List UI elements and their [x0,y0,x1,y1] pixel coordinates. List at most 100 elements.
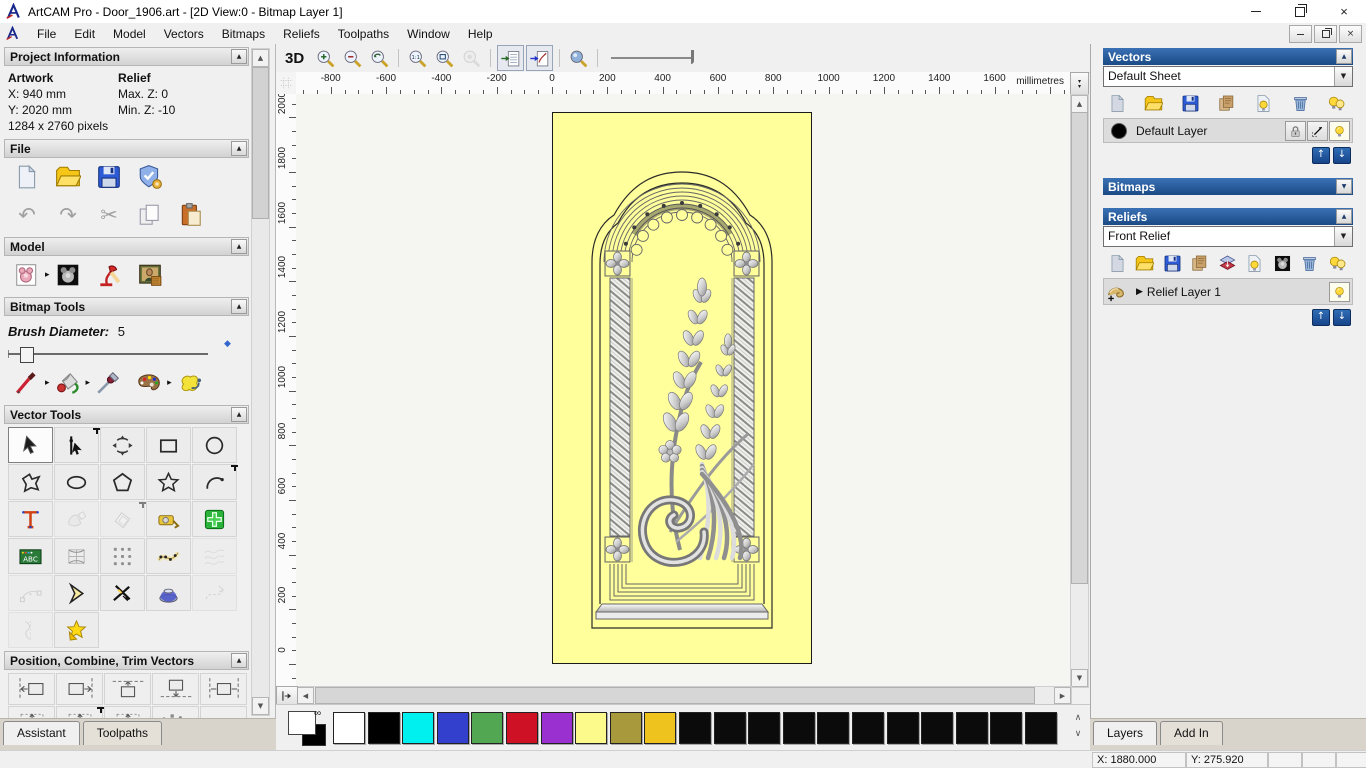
drawing-canvas[interactable] [296,94,1070,686]
mdi-restore-button[interactable] [1314,25,1337,43]
colour-swatch-13[interactable] [782,712,815,744]
colour-swatch-7[interactable] [575,712,608,744]
open-layer-button[interactable] [1142,92,1166,114]
tab-layers[interactable]: Layers [1093,721,1158,745]
merge-layers-button[interactable] [1188,252,1212,274]
options-shield-button[interactable] [133,161,167,193]
align-centre-button[interactable] [200,673,247,705]
preview-relief-button[interactable] [566,46,591,70]
save-layer-button[interactable] [1178,92,1202,114]
mdi-close-button[interactable]: × [1339,25,1362,43]
align-top-button[interactable] [104,673,151,705]
greyscale-layer-button[interactable] [1270,252,1294,274]
view-3d-button[interactable]: 3D [285,50,304,67]
nesting-button[interactable]: Nes [200,706,247,718]
scrollbar-thumb[interactable] [1071,112,1088,584]
layer-colour-swatch[interactable] [1111,122,1127,139]
zoom-object-button[interactable] [459,46,484,70]
palette-scroll-down-icon[interactable]: ∨ [1070,726,1086,742]
undo-button[interactable] [10,199,44,231]
reliefs-panel-header[interactable]: Reliefs [1103,208,1353,225]
colour-swatch-2[interactable] [402,712,435,744]
offset-vectors-button[interactable] [100,501,146,537]
ruler-origin-button[interactable] [276,72,297,95]
section-vector-tools[interactable]: Vector Tools [4,405,249,424]
redo-button[interactable] [51,199,85,231]
create-text-button[interactable] [8,501,53,537]
assistant-scrollbar[interactable]: ▲ ▼ [251,48,270,716]
bitmaps-panel-header[interactable]: Bitmaps [1103,178,1353,195]
centre-horizontal-button[interactable] [56,706,104,718]
delete-layer-button[interactable] [1298,252,1322,274]
expand-icon[interactable] [1336,179,1352,194]
colour-swatch-10[interactable] [679,712,711,744]
scrollbar-thumb[interactable] [315,687,1035,704]
scroll-up-icon[interactable]: ▲ [1071,95,1088,113]
vectors-panel-header[interactable]: Vectors [1103,48,1353,65]
chevron-down-icon[interactable] [1334,67,1352,86]
menu-item-bitmaps[interactable]: Bitmaps [213,25,274,43]
create-polyline-button[interactable] [8,464,53,500]
chevron-down-icon[interactable] [1334,227,1352,246]
star-wizard-button[interactable] [54,612,99,648]
section-bitmap-tools[interactable]: Bitmap Tools [4,297,249,316]
minimize-button[interactable] [1234,0,1278,23]
menu-item-help[interactable]: Help [459,25,502,43]
delete-layer-button[interactable] [1288,92,1312,114]
greyscale-from-relief-button[interactable] [10,259,44,291]
collapse-icon[interactable] [1336,49,1352,64]
menu-item-vectors[interactable]: Vectors [155,25,213,43]
toggle-vector-visibility-button[interactable] [526,45,554,71]
zoom-previous-button[interactable] [367,46,392,70]
scroll-left-icon[interactable]: ◀ [297,687,314,704]
slider-thumb[interactable] [20,347,34,363]
relief-select[interactable]: Front Relief [1103,226,1353,247]
measure-button[interactable] [146,501,191,537]
stack-layers-button[interactable] [1215,252,1239,274]
flood-fill-button[interactable] [51,367,85,399]
envelope-button[interactable] [192,538,237,574]
centre-vertical-button[interactable] [104,706,151,718]
extrude-button[interactable] [146,575,191,611]
colour-swatch-5[interactable] [506,712,538,744]
primary-secondary-colour[interactable]: ∞ [288,708,328,747]
distort-vectors-button[interactable] [54,538,99,574]
join-vectors-button[interactable] [54,575,99,611]
copy-button[interactable] [133,199,167,231]
close-button[interactable]: × [1322,0,1366,23]
section-position-combine-trim[interactable]: Position, Combine, Trim Vectors [4,651,249,670]
section-model[interactable]: Model [4,237,249,256]
block-paste-button[interactable] [100,538,145,574]
palette-scroll-up-icon[interactable]: ∧ [1070,710,1086,726]
colour-swatch-0[interactable] [333,712,365,744]
colour-swatch-16[interactable] [886,712,919,744]
all-layers-visible-button[interactable] [1325,92,1349,114]
zoom-slider[interactable] [611,48,703,68]
wrap-text-button[interactable] [54,501,99,537]
transform-button[interactable] [100,427,145,463]
select-button[interactable] [8,427,53,463]
zoom-1to1-button[interactable] [405,46,430,70]
scatter-copy-button[interactable] [152,706,199,718]
centre-in-page-button[interactable] [8,706,55,718]
toggle-bitmap-visibility-button[interactable] [497,45,525,71]
move-layer-down-button[interactable]: ↓ [1333,309,1351,326]
align-right-button[interactable] [56,673,103,705]
section-file[interactable]: File [4,139,249,158]
new-layer-button[interactable] [1105,252,1129,274]
colour-swatch-4[interactable] [471,712,504,744]
fit-arcs-button[interactable] [8,575,53,611]
menu-item-toolpaths[interactable]: Toolpaths [329,25,398,43]
cut-button[interactable] [92,199,126,231]
create-arc-button[interactable] [192,464,238,500]
create-polygon-button[interactable] [100,464,145,500]
expand-triangle-icon[interactable]: ▶ [1136,287,1143,297]
text-block-button[interactable] [8,538,53,574]
invert-greyscale-button[interactable] [51,259,85,291]
colour-swatch-3[interactable] [436,712,469,744]
collapse-icon[interactable] [231,653,247,668]
menu-item-window[interactable]: Window [398,25,459,43]
move-layer-down-button[interactable]: ↓ [1333,147,1351,164]
paint-button[interactable] [10,367,44,399]
units-dropdown-button[interactable]: ▾ ▾ [1070,72,1089,96]
